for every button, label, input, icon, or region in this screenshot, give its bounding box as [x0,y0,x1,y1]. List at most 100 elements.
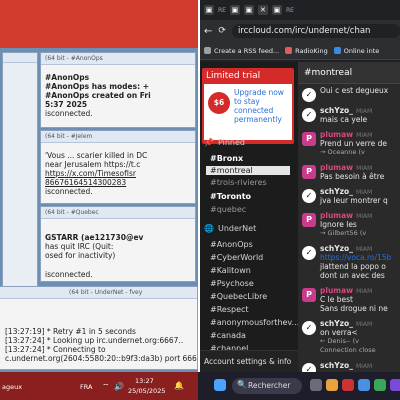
check-avatar-icon[interactable]: ✓ [302,108,316,122]
pinned-section-header[interactable]: 📌 Pinned [204,138,245,147]
bookmark-icon [285,47,293,54]
tab-label[interactable]: RE [218,7,226,14]
message-nick[interactable]: plumaw MIAM [320,130,372,139]
window-title[interactable]: (64 bit - #Jelem [41,131,195,143]
price-badge: $6 [208,92,230,114]
channel-item[interactable]: #Toronto [210,192,251,201]
message-text: jlattend la popo o [320,262,386,271]
bookmark-icon [333,47,341,54]
clock-date[interactable]: 25/05/2025 [128,387,165,395]
message-text[interactable]: https://voca.ro/15b [320,253,391,262]
message-nick[interactable]: plumaw MIAM [320,163,372,172]
channel-item[interactable]: #CyberWorld [210,253,263,262]
log-link[interactable]: 86676164514300283 [41,178,195,187]
channel-title: #montreal [298,62,400,84]
app-icon[interactable] [358,379,370,391]
reload-icon[interactable]: ⟳ [218,26,226,36]
message-row: Pplumaw MIAM Prend un verre de → Oceanne (v [302,130,400,163]
message-meta: MIAM [355,108,373,115]
channel-item-selected[interactable]: #montreal [206,166,290,175]
tab-favicon[interactable]: ▣ [229,5,240,15]
app-icon[interactable] [390,379,400,391]
wifi-icon[interactable]: ⌔ [102,382,110,392]
language-indicator[interactable]: FRA [80,383,92,391]
channel-item[interactable]: #canada [210,331,246,340]
url-field[interactable]: irccloud.com/irc/undernet/chan [231,24,400,38]
message-nick[interactable]: schYzo_ MIAM [320,187,372,196]
windows-start-icon[interactable] [214,379,226,391]
x-icon[interactable]: ✕ [257,5,268,15]
clock-time[interactable]: 13:27 [135,377,154,385]
channel-item[interactable]: #Kalitown [210,266,251,275]
check-avatar-icon[interactable]: ✓ [302,363,316,372]
upgrade-link[interactable]: Upgrade now to stay connected permanentl… [234,88,290,124]
tab-label[interactable]: RE [286,7,294,14]
irc-window-anonops[interactable] [2,52,38,314]
volume-icon[interactable]: 🔊 [114,382,124,391]
message-list: ✓ Oui c est degueux ✓ schYzo_ MIAM mais ca ye… [298,84,400,372]
message-nick[interactable]: schYzo_ MIAM [320,319,372,328]
screen-divider [198,0,200,372]
channel-item[interactable]: #Bronx [210,154,243,163]
message-nick[interactable]: plumaw MIAM [320,211,372,220]
check-avatar-icon[interactable]: ✓ [302,246,316,260]
window-titlebar[interactable] [3,53,37,63]
user-avatar[interactable]: P [302,288,316,302]
bookmark-label: Online inte [343,46,380,55]
log-line: 'Vous ... scarier killed in DC [45,151,148,160]
check-avatar-icon[interactable]: ✓ [302,189,316,203]
trial-heading: Limited trial [206,71,261,81]
user-avatar[interactable]: P [302,165,316,179]
network-section-header[interactable]: 🌐 UnderNet [204,224,256,233]
channel-item[interactable]: #anonymousforthev... [210,318,299,327]
app-icon[interactable] [374,379,386,391]
weather-label[interactable]: ageux [2,383,22,391]
bookmark-label: RadioKing [295,46,328,55]
app-icon[interactable] [342,379,354,391]
channel-item[interactable]: #quebec [210,205,246,214]
channel-item[interactable]: #trois-rivieres [210,178,267,187]
bookmark-item[interactable]: Online inte [333,46,380,55]
window-title[interactable]: (64 bit - #AnonOps [41,53,195,65]
tab-favicon[interactable]: ▣ [243,5,254,15]
log-line: isconnected. [45,109,93,118]
check-avatar-icon[interactable]: ✓ [302,88,316,102]
message-nick[interactable]: schYzo_ MIAM [320,244,372,253]
tab-favicon[interactable]: ▣ [271,5,282,15]
nick-label: schYzo_ [320,244,353,253]
app-icon[interactable] [326,379,338,391]
back-icon[interactable]: ← [204,26,212,37]
irc-window-quebec[interactable]: (64 bit - #Quebec GSTARR (ae121730@ev ha… [40,206,196,282]
left-irc-client: (64 bit - #AnonOps #AnonOps #AnonOps has… [0,0,198,372]
trial-card[interactable]: $6 Upgrade now to stay connected permane… [204,84,292,140]
channel-item[interactable]: #Respect [210,305,249,314]
log-line: has quit IRC (Quit: [45,242,114,251]
bookmark-item[interactable]: Create a RSS feed... [204,47,279,55]
irc-window-anonops-main[interactable]: (64 bit - #AnonOps #AnonOps #AnonOps has… [40,52,196,128]
channel-item[interactable]: #AnonOps [210,240,253,249]
notification-bell-icon[interactable]: 🔔 [174,381,184,390]
trial-banner[interactable]: Limited trial $6 Upgrade now to stay con… [202,68,294,144]
irc-window-status[interactable]: (64 bit - UnderNet - fvey [13:27:19] * R… [0,286,198,370]
app-icon[interactable] [310,379,322,391]
window-title[interactable]: (64 bit - UnderNet - fvey [0,287,197,299]
user-avatar[interactable]: P [302,213,316,227]
account-settings-button[interactable]: Account settings & info [198,350,298,372]
channel-item[interactable]: #QuebecLibre [210,292,267,301]
log-line: isconnected. [45,270,93,279]
message-text: Connection close [320,346,376,354]
message-nick[interactable]: schYzo_ MIAM [320,106,372,115]
check-avatar-icon[interactable]: ✓ [302,321,316,335]
message-meta: MIAM [355,189,373,196]
channel-item[interactable]: #Psychose [210,279,254,288]
tab-favicon[interactable]: ▣ [204,5,214,15]
nick-label: plumaw [320,163,354,172]
log-link[interactable]: https://x.com/TimesofIsr [41,169,195,178]
message-text: → Gilbert56 (v [320,229,367,237]
message-nick[interactable]: plumaw MIAM [320,286,372,295]
message-nick[interactable]: schYzo_ MIAM [320,361,372,370]
window-title[interactable]: (64 bit - #Quebec [41,207,195,219]
user-avatar[interactable]: P [302,132,316,146]
irc-window-jelem[interactable]: (64 bit - #Jelem 'Vous ... scarier kille… [40,130,196,204]
bookmark-item[interactable]: RadioKing [285,47,328,55]
